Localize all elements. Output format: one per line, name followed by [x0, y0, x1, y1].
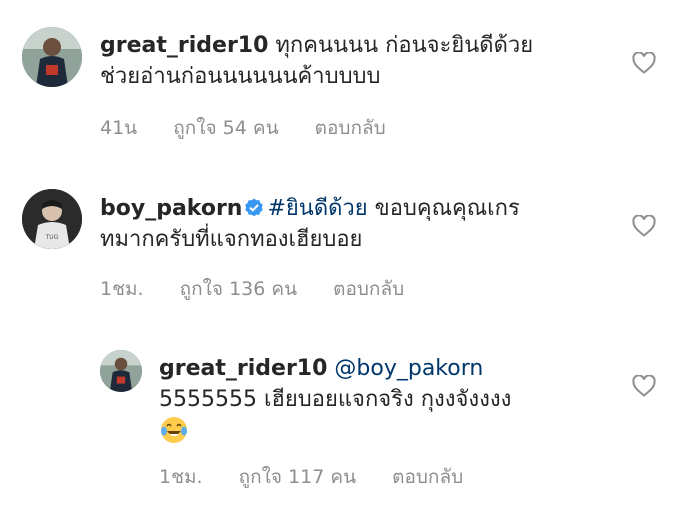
comment-body: ทุกคนนนน ก่อนจะยินดีด้วย — [275, 33, 534, 58]
avatar[interactable] — [100, 350, 142, 392]
heart-outline-icon[interactable] — [632, 52, 656, 74]
comments-panel: great_rider10 ทุกคนนนน ก่อนจะยินดีด้วย ช… — [0, 0, 696, 518]
comment-username[interactable]: great_rider10 — [159, 356, 327, 381]
comment-username[interactable]: boy_pakorn — [100, 196, 242, 221]
mention-link[interactable]: @boy_pakorn — [334, 356, 483, 381]
comment-username[interactable]: great_rider10 — [100, 33, 268, 58]
verified-badge-icon — [245, 198, 264, 217]
heart-outline-icon[interactable] — [632, 375, 656, 397]
reply-button[interactable]: ตอบกลับ — [392, 466, 463, 488]
comment-likes[interactable]: ถูกใจ 136 คน — [180, 278, 297, 300]
reply-button[interactable]: ตอบกลับ — [333, 278, 404, 300]
comment-body: 5555555 เฮียบอยแจกจริง กุงงจังงงง — [159, 387, 512, 412]
comment-time: 1ชม. — [159, 466, 203, 488]
comment-meta: 41น ถูกใจ 54 คน ตอบกลับ — [100, 113, 416, 143]
avatar-image — [22, 27, 82, 87]
face-with-tears-of-joy-icon — [161, 417, 187, 443]
comment-likes[interactable]: ถูกใจ 54 คน — [173, 117, 278, 139]
comment-text: great_rider10 ทุกคนนนน ก่อนจะยินดีด้วย ช… — [100, 30, 620, 92]
heart-outline-icon[interactable] — [632, 215, 656, 237]
avatar-image — [100, 350, 142, 392]
avatar[interactable] — [22, 27, 82, 87]
avatar-image: TUG — [22, 189, 82, 249]
comment-body-line2: ทมากครับที่แจกทองเฮียบอย — [100, 227, 363, 252]
svg-text:TUG: TUG — [45, 234, 59, 241]
comment-body: ขอบคุณคุณเกร — [374, 196, 520, 221]
comment-time: 41น — [100, 117, 138, 139]
comment-likes[interactable]: ถูกใจ 117 คน — [239, 466, 356, 488]
comment-time: 1ชม. — [100, 278, 144, 300]
comment-meta: 1ชม. ถูกใจ 117 คน ตอบกลับ — [159, 462, 493, 492]
reply-button[interactable]: ตอบกลับ — [315, 117, 386, 139]
comment-body-line2: ช่วยอ่านก่อนนนนนนค้าบบบบ — [100, 64, 381, 89]
comment-meta: 1ชม. ถูกใจ 136 คน ตอบกลับ — [100, 274, 434, 304]
hashtag-link[interactable]: #ยินดีด้วย — [267, 196, 367, 221]
comment-text: boy_pakorn #ยินดีด้วย ขอบคุณคุณเกร ทมากคร… — [100, 193, 620, 255]
comment-text: great_rider10 @boy_pakorn 5555555 เฮียบอ… — [159, 353, 619, 448]
avatar[interactable]: TUG — [22, 189, 82, 249]
